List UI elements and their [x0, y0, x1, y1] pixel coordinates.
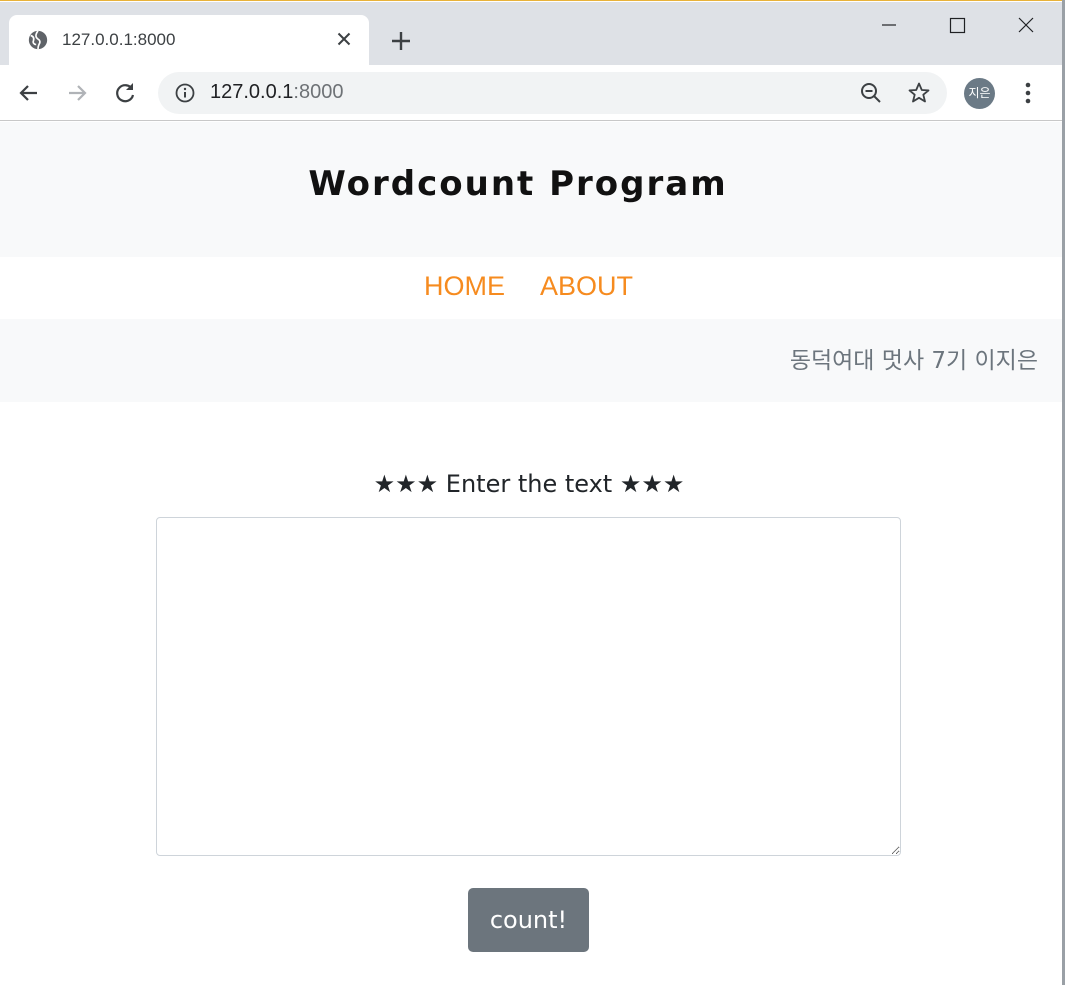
count-button[interactable]: count!	[468, 888, 589, 952]
site-nav: HOME ABOUT	[0, 257, 1062, 319]
info-icon[interactable]	[174, 82, 196, 104]
window-close-icon[interactable]	[1003, 10, 1049, 40]
forward-arrow-icon[interactable]	[64, 80, 90, 106]
page-content: Wordcount Program HOME ABOUT 동덕여대 멋사 7기 …	[0, 122, 1062, 985]
reload-icon[interactable]	[112, 80, 138, 106]
tab-strip: 127.0.0.1:8000	[0, 2, 1062, 66]
url-host: 127.0.0.1	[210, 81, 294, 103]
bookmark-star-icon[interactable]	[907, 81, 931, 105]
text-prompt-label: ★★★ Enter the text ★★★	[373, 470, 685, 498]
back-arrow-icon[interactable]	[16, 80, 42, 106]
browser-toolbar: 127.0.0.1:8000 지은	[0, 65, 1062, 121]
profile-avatar[interactable]: 지은	[964, 78, 995, 109]
globe-icon	[28, 30, 48, 50]
tab-title: 127.0.0.1:8000	[62, 30, 176, 49]
address-bar[interactable]: 127.0.0.1:8000	[158, 72, 947, 114]
text-input-area[interactable]	[156, 517, 901, 856]
browser-window: 127.0.0.1:8000 127.0.0.1:8000 지은 Wordcou…	[0, 0, 1062, 985]
close-icon[interactable]	[333, 28, 355, 50]
site-header: Wordcount Program	[0, 122, 1062, 257]
author-bar: 동덕여대 멋사 7기 이지은	[0, 319, 1062, 402]
maximize-icon[interactable]	[934, 10, 980, 40]
nav-link-home[interactable]: HOME	[424, 271, 505, 302]
author-text: 동덕여대 멋사 7기 이지은	[789, 348, 1038, 374]
site-title: Wordcount Program	[308, 164, 728, 204]
zoom-out-icon[interactable]	[859, 81, 883, 105]
new-tab-plus-icon[interactable]	[389, 29, 413, 53]
browser-tab[interactable]: 127.0.0.1:8000	[9, 15, 369, 66]
url-text: 127.0.0.1:8000	[210, 81, 343, 104]
more-options-icon[interactable]	[1015, 80, 1041, 106]
nav-link-about[interactable]: ABOUT	[540, 271, 633, 302]
url-port: :8000	[293, 81, 344, 103]
minimize-icon[interactable]	[866, 10, 912, 40]
